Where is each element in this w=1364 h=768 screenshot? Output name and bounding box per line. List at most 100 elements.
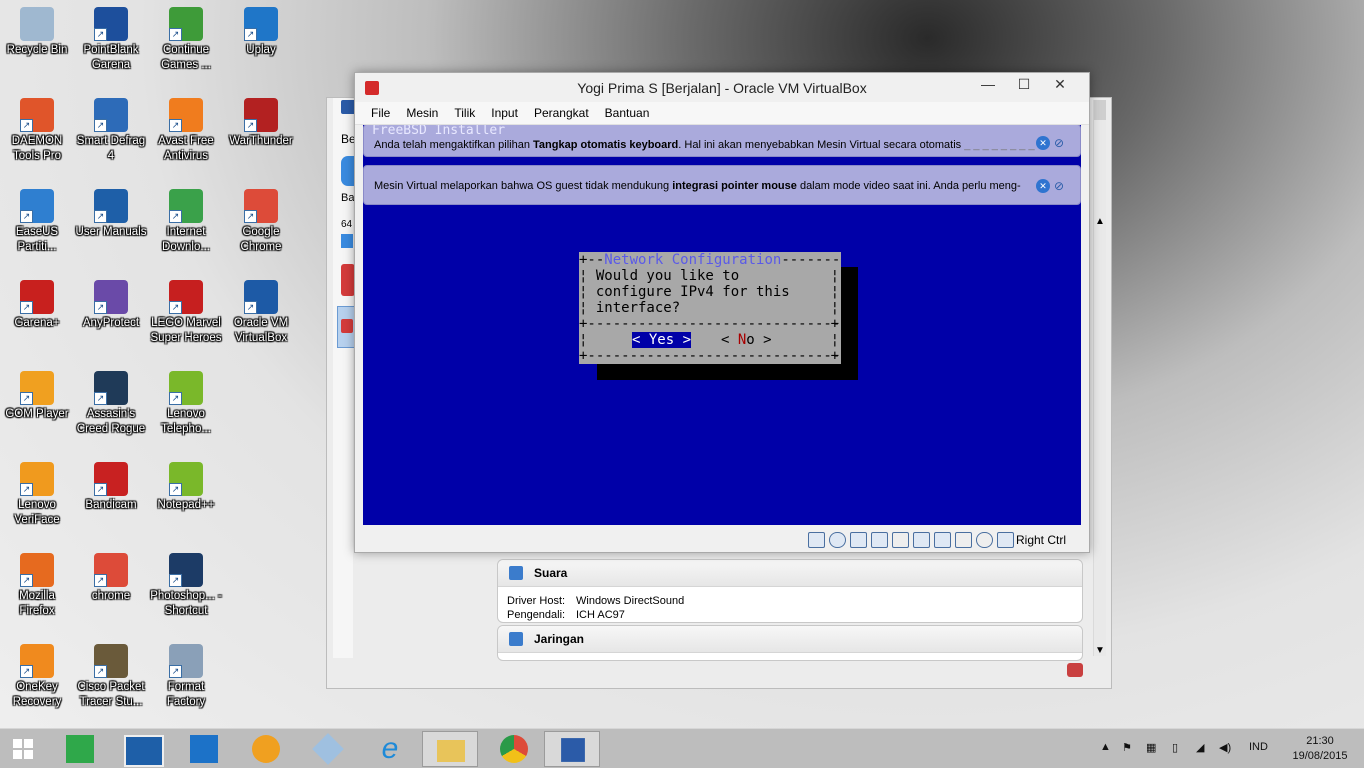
desktop-icon[interactable]: ↗ Uplay	[224, 7, 298, 58]
start-button[interactable]	[0, 731, 46, 767]
mute-notice-icon[interactable]: ⊘	[1054, 179, 1070, 193]
taskbar-explorer[interactable]	[422, 731, 478, 767]
volume-icon[interactable]: ◀)	[1219, 741, 1231, 754]
desktop-icon[interactable]: ↗ Photoshop... - Shortcut	[149, 553, 223, 619]
clock[interactable]: 21:30 19/08/2015	[1290, 734, 1350, 764]
taskbar-virtualbox[interactable]	[544, 731, 600, 767]
network-configuration-dialog[interactable]: +--Network Configuration-------+ ¦ Would…	[579, 252, 841, 364]
desktop-icon[interactable]: ↗ User Manuals	[74, 189, 148, 240]
shared-folders-icon[interactable]	[892, 532, 909, 548]
close-button[interactable]: ✕	[1043, 73, 1077, 95]
desktop-icon[interactable]: ↗ Continue Games ...	[149, 7, 223, 73]
flag-icon[interactable]: ⚑	[1122, 741, 1132, 754]
desktop-icon[interactable]: Recycle Bin	[0, 7, 74, 58]
desktop-icon[interactable]: ↗ Internet Downlo...	[149, 189, 223, 255]
status-bar: Right Ctrl	[355, 527, 1089, 552]
desktop-icon[interactable]: ↗ chrome	[74, 553, 148, 604]
desktop-icon[interactable]: ↗ Assasin's Creed Rogue	[74, 371, 148, 437]
guest-screen[interactable]: FreeBSD Installer Anda telah mengaktifka…	[363, 125, 1081, 525]
dialog-line: ¦ Would you like to	[579, 268, 740, 284]
menu-item[interactable]: Perangkat	[526, 102, 597, 124]
wifi-signal-icon[interactable]: ◢	[1196, 741, 1204, 754]
settings-gear-icon[interactable]	[341, 156, 355, 186]
avast-icon: ↗	[169, 98, 203, 132]
taskbar-store[interactable]	[52, 731, 108, 767]
mute-notice-icon[interactable]: ⊘	[1054, 136, 1070, 150]
desktop-icon[interactable]: ↗ Oracle VM VirtualBox	[224, 280, 298, 346]
mouse-integration-icon[interactable]	[976, 532, 993, 548]
minimize-button[interactable]: —	[971, 73, 1005, 95]
desktop-icon[interactable]: ↗ Google Chrome	[224, 189, 298, 255]
battery-icon[interactable]: ▯	[1172, 741, 1178, 754]
maximize-button[interactable]: ☐	[1007, 73, 1041, 95]
vm-list-pane[interactable]: Be Ba 64	[333, 98, 359, 658]
taskbar-lenovo[interactable]	[114, 731, 170, 767]
close-notice-icon[interactable]: ✕	[1036, 179, 1050, 193]
menu-item[interactable]: File	[363, 102, 398, 124]
desktop-icon[interactable]: ↗ Lenovo VeriFace	[0, 462, 74, 528]
lenovo-icon	[124, 735, 164, 767]
network-tray-icon[interactable]: ▦	[1146, 741, 1156, 754]
details-scrollbar[interactable]: ▲ ▼	[1093, 100, 1106, 656]
language-indicator[interactable]: IND	[1249, 741, 1268, 753]
desktop-icon[interactable]: ↗ Format Factory	[149, 644, 223, 710]
scroll-up-icon[interactable]: ▲	[1095, 216, 1105, 227]
desktop-icon-label: Mozilla Firefox	[19, 590, 55, 617]
desktop-icon[interactable]: ↗ LEGO Marvel Super Heroes	[149, 280, 223, 346]
video-capture-icon[interactable]	[934, 532, 951, 548]
desktop-icon[interactable]: ↗ WarThunder	[224, 98, 298, 149]
desktop-icon[interactable]: ↗ GOM Player	[0, 371, 74, 422]
taskbar-psp[interactable]	[300, 731, 356, 767]
optical-drive-icon[interactable]	[829, 532, 846, 548]
display-icon[interactable]	[913, 532, 930, 548]
no-button[interactable]: < No >	[721, 332, 772, 348]
hard-disk-icon[interactable]	[808, 532, 825, 548]
desktop-icon[interactable]: ↗ Bandicam	[74, 462, 148, 513]
taskbar-maxthon[interactable]	[176, 731, 232, 767]
close-notice-icon[interactable]: ✕	[1036, 136, 1050, 150]
notification-icon[interactable]	[1067, 663, 1083, 677]
desktop-icon-label: Internet Downlo...	[162, 226, 210, 253]
desktop-icon[interactable]: ↗ Smart Defrag 4	[74, 98, 148, 164]
taskbar-ie[interactable]: e	[362, 731, 418, 767]
section-header[interactable]: Jaringan	[498, 626, 1082, 653]
keyboard-capture-icon[interactable]	[997, 532, 1014, 548]
section-header[interactable]: Suara	[498, 560, 1082, 587]
vm-list-item[interactable]	[341, 264, 355, 296]
desktop-icon[interactable]: ↗ PointBlank Garena	[74, 7, 148, 73]
cpu-icon[interactable]	[955, 532, 972, 548]
desktop-icon[interactable]: ↗ Avast Free Antivirus	[149, 98, 223, 164]
desktop-icon[interactable]: ↗ EaseUS Partiti...	[0, 189, 74, 255]
desktop-icon[interactable]: ↗ AnyProtect	[74, 280, 148, 331]
yes-button[interactable]: < Yes >	[632, 332, 692, 348]
show-hidden-icons[interactable]: ▲	[1100, 741, 1111, 753]
menu-item[interactable]: Mesin	[398, 102, 446, 124]
desktop-icon[interactable]: ↗ DAEMON Tools Pro	[0, 98, 74, 164]
dialog-line: ¦ configure IPv4 for this	[579, 284, 790, 300]
desktop-icon[interactable]: ↗ OneKey Recovery	[0, 644, 74, 710]
desktop-icon[interactable]: ↗ Cisco Packet Tracer Stu...	[74, 644, 148, 710]
taskbar-gom[interactable]	[238, 731, 294, 767]
network-adapter-icon[interactable]	[850, 532, 867, 548]
assassins-creed-icon: ↗	[94, 371, 128, 405]
desktop-icon-label: EaseUS Partiti...	[15, 226, 59, 253]
menu-item[interactable]: Tilik	[446, 102, 483, 124]
shortcut-arrow-icon: ↗	[244, 301, 257, 314]
shortcut-arrow-icon: ↗	[94, 392, 107, 405]
desktop-icon[interactable]: ↗ Garena+	[0, 280, 74, 331]
desktop-icon[interactable]: ↗ Notepad++	[149, 462, 223, 513]
virtualbox-icon: ↗	[244, 280, 278, 314]
menu-item[interactable]: Bantuan	[597, 102, 658, 124]
scroll-down-icon[interactable]: ▼	[1095, 645, 1105, 656]
title-bar[interactable]: Yogi Prima S [Berjalan] - Oracle VM Virt…	[355, 73, 1089, 102]
desktop-icon-label: Photoshop... - Shortcut	[150, 590, 222, 617]
taskbar-chrome[interactable]	[486, 731, 542, 767]
desktop-icon-label: Google Chrome	[240, 226, 282, 253]
desktop-icon[interactable]: ↗ Lenovo Telepho...	[149, 371, 223, 437]
easeus-icon: ↗	[20, 189, 54, 223]
desktop-icon[interactable]: ↗ Mozilla Firefox	[0, 553, 74, 619]
vm-window[interactable]: Yogi Prima S [Berjalan] - Oracle VM Virt…	[354, 72, 1090, 553]
scrollbar-thumb[interactable]	[1094, 100, 1106, 120]
menu-item[interactable]: Input	[483, 102, 526, 124]
usb-icon[interactable]	[871, 532, 888, 548]
